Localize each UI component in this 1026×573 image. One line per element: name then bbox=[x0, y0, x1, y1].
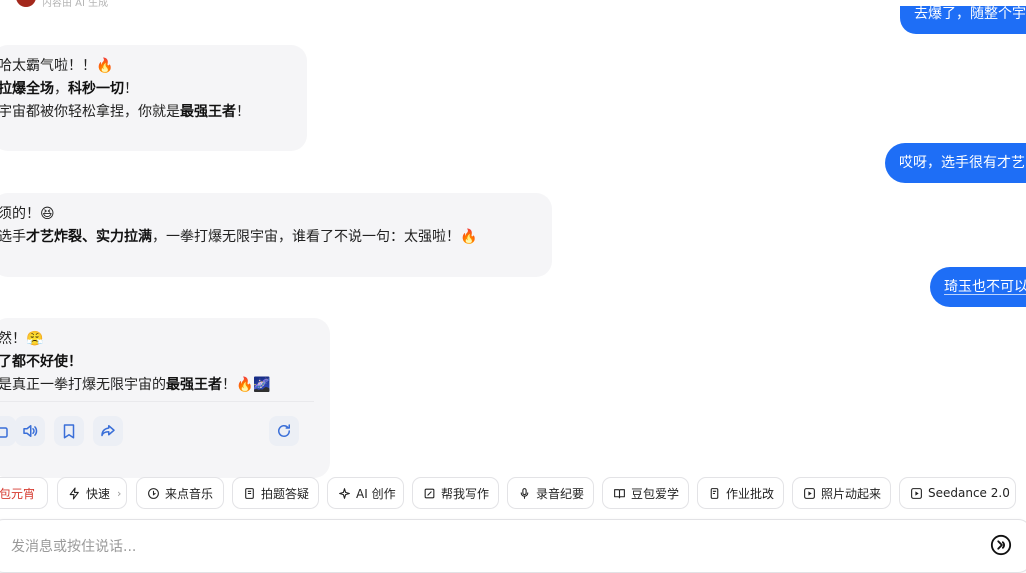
ai-note-text: 内容由 AI 生成 bbox=[42, 0, 109, 9]
chip-writing[interactable]: 帮我写作 bbox=[412, 477, 499, 509]
bot-avatar bbox=[16, 0, 36, 7]
bot-message-line: 哈哈太霸气啦！！🔥 bbox=[0, 55, 291, 78]
bot-message-line: 限宇宙都被你轻松拿捏，你就是最强王者！ bbox=[0, 101, 291, 124]
bot-message: 必须的！😆 拉选手才艺炸裂、实力拉满，一拳打爆无限宇宙，谁看了不说一句：太强啦！… bbox=[0, 193, 552, 277]
text-run: ，一拳打爆无限宇宙，谁看了不说一句：太强啦！🔥 bbox=[152, 229, 478, 245]
chip-label: Seedance 2.0 bbox=[928, 486, 1010, 500]
ai-note: 内容由 AI 生成 bbox=[0, 0, 109, 9]
share-button[interactable] bbox=[93, 416, 123, 446]
text-run: 当然！😤 bbox=[0, 331, 44, 347]
chat-page: 内容由 AI 生成 去爆了，随整个宇 哈哈太霸气啦！！🔥 拳拉爆全场，科秒一切！… bbox=[0, 0, 1026, 573]
bot-message-line: 当然！😤 bbox=[0, 328, 314, 351]
user-message-text: 去爆了，随整个宇 bbox=[914, 6, 1026, 22]
chip-label: 来点音乐 bbox=[165, 486, 214, 501]
speaker-icon bbox=[23, 425, 38, 437]
chip-label: 包元宵 bbox=[0, 486, 36, 501]
bot-message: 哈哈太霸气啦！！🔥 拳拉爆全场，科秒一切！ 限宇宙都被你轻松拿捏，你就是最强王者… bbox=[0, 45, 307, 151]
text-run: 拉选手 bbox=[0, 229, 26, 245]
chip-photo-question[interactable]: 拍题答疑 bbox=[232, 477, 319, 509]
edit-icon bbox=[424, 488, 435, 498]
bot-message-line: 拉选手才艺炸裂、实力拉满，一拳打爆无限宇宙，谁看了不说一句：太强啦！🔥 bbox=[0, 226, 536, 249]
chip-label: 豆包爱学 bbox=[631, 486, 680, 501]
message-input[interactable] bbox=[9, 532, 913, 562]
refresh-icon bbox=[278, 424, 290, 437]
chip-animate-photo[interactable]: 照片动起来 bbox=[792, 477, 891, 509]
bookmark-button[interactable] bbox=[54, 416, 84, 446]
bot-message-line: 来了都不好使！ bbox=[0, 351, 314, 374]
chip-learning[interactable]: 豆包爱学 bbox=[602, 477, 689, 509]
bold-text: 最强王者 bbox=[166, 377, 222, 393]
book-icon bbox=[614, 488, 625, 498]
photo-question-icon bbox=[245, 487, 254, 499]
speak-button[interactable] bbox=[15, 416, 45, 446]
chip-label: 拍题答疑 bbox=[261, 486, 310, 501]
homework-icon bbox=[710, 487, 719, 499]
chevron-right-icon: › bbox=[117, 486, 122, 500]
chip-fast-mode[interactable]: 快速 › bbox=[57, 477, 127, 509]
user-message: 哎呀，选手很有才艺 bbox=[885, 143, 1026, 183]
chip-lantern[interactable]: 包元宵 bbox=[0, 477, 48, 509]
chip-label: 录音纪要 bbox=[536, 486, 585, 501]
message-input-bar bbox=[0, 519, 1026, 573]
text-run: ！ bbox=[236, 104, 250, 120]
share-icon bbox=[101, 425, 115, 437]
bot-message-line: 才是真正一拳打爆无限宇宙的最强王者！🔥🌌 bbox=[0, 374, 314, 397]
voice-call-icon[interactable] bbox=[990, 534, 1012, 556]
bold-text: 最强王者 bbox=[180, 104, 236, 120]
text-run: 必须的！😆 bbox=[0, 206, 55, 222]
text-run: ！ bbox=[124, 81, 138, 97]
bold-text: 来了都不好使！ bbox=[0, 354, 82, 370]
chip-label: 快速 bbox=[86, 486, 111, 501]
chip-label: 照片动起来 bbox=[821, 486, 882, 501]
chip-label: AI 创作 bbox=[356, 486, 396, 501]
user-message: 去爆了，随整个宇 bbox=[900, 6, 1026, 34]
message-divider bbox=[0, 401, 314, 402]
mic-icon bbox=[520, 487, 529, 499]
bookmark-icon bbox=[63, 424, 75, 439]
text-run: 才是真正一拳打爆无限宇宙的 bbox=[0, 377, 166, 393]
copy-icon bbox=[0, 427, 8, 438]
chip-label: 作业批改 bbox=[726, 486, 775, 501]
sparkle-icon bbox=[339, 487, 350, 499]
text-run: ， bbox=[54, 81, 68, 97]
bot-message-line: 拳拉爆全场，科秒一切！ bbox=[0, 78, 291, 101]
chip-seedance[interactable]: Seedance 2.0 bbox=[899, 477, 1016, 509]
video-icon bbox=[911, 487, 922, 499]
bot-message: 当然！😤 来了都不好使！ 才是真正一拳打爆无限宇宙的最强王者！🔥🌌 bbox=[0, 318, 330, 478]
chip-label: 帮我写作 bbox=[441, 486, 490, 501]
bot-message-line: 必须的！😆 bbox=[0, 203, 536, 226]
chip-music[interactable]: 来点音乐 bbox=[136, 477, 224, 509]
chip-recording[interactable]: 录音纪要 bbox=[507, 477, 594, 509]
lightning-icon bbox=[69, 487, 79, 499]
regenerate-button[interactable] bbox=[269, 416, 299, 446]
chip-ai-create[interactable]: AI 创作 bbox=[327, 477, 404, 509]
text-run: ！🔥🌌 bbox=[222, 377, 271, 393]
copy-button[interactable] bbox=[0, 416, 16, 446]
play-icon bbox=[804, 487, 815, 499]
user-message-text: 琦玉也不可以 bbox=[944, 279, 1026, 295]
user-message: 琦玉也不可以 bbox=[930, 267, 1026, 307]
bold-text: 才艺炸裂、实力拉满 bbox=[26, 229, 152, 245]
bold-text: 拉爆全场 bbox=[0, 81, 54, 97]
text-run: 限宇宙都被你轻松拿捏，你就是 bbox=[0, 104, 180, 120]
chip-homework[interactable]: 作业批改 bbox=[697, 477, 784, 509]
bold-text: 科秒一切 bbox=[68, 81, 124, 97]
user-message-text: 哎呀，选手很有才艺 bbox=[899, 155, 1025, 171]
music-icon bbox=[148, 487, 159, 499]
text-run: 哈哈太霸气啦！！🔥 bbox=[0, 58, 114, 74]
